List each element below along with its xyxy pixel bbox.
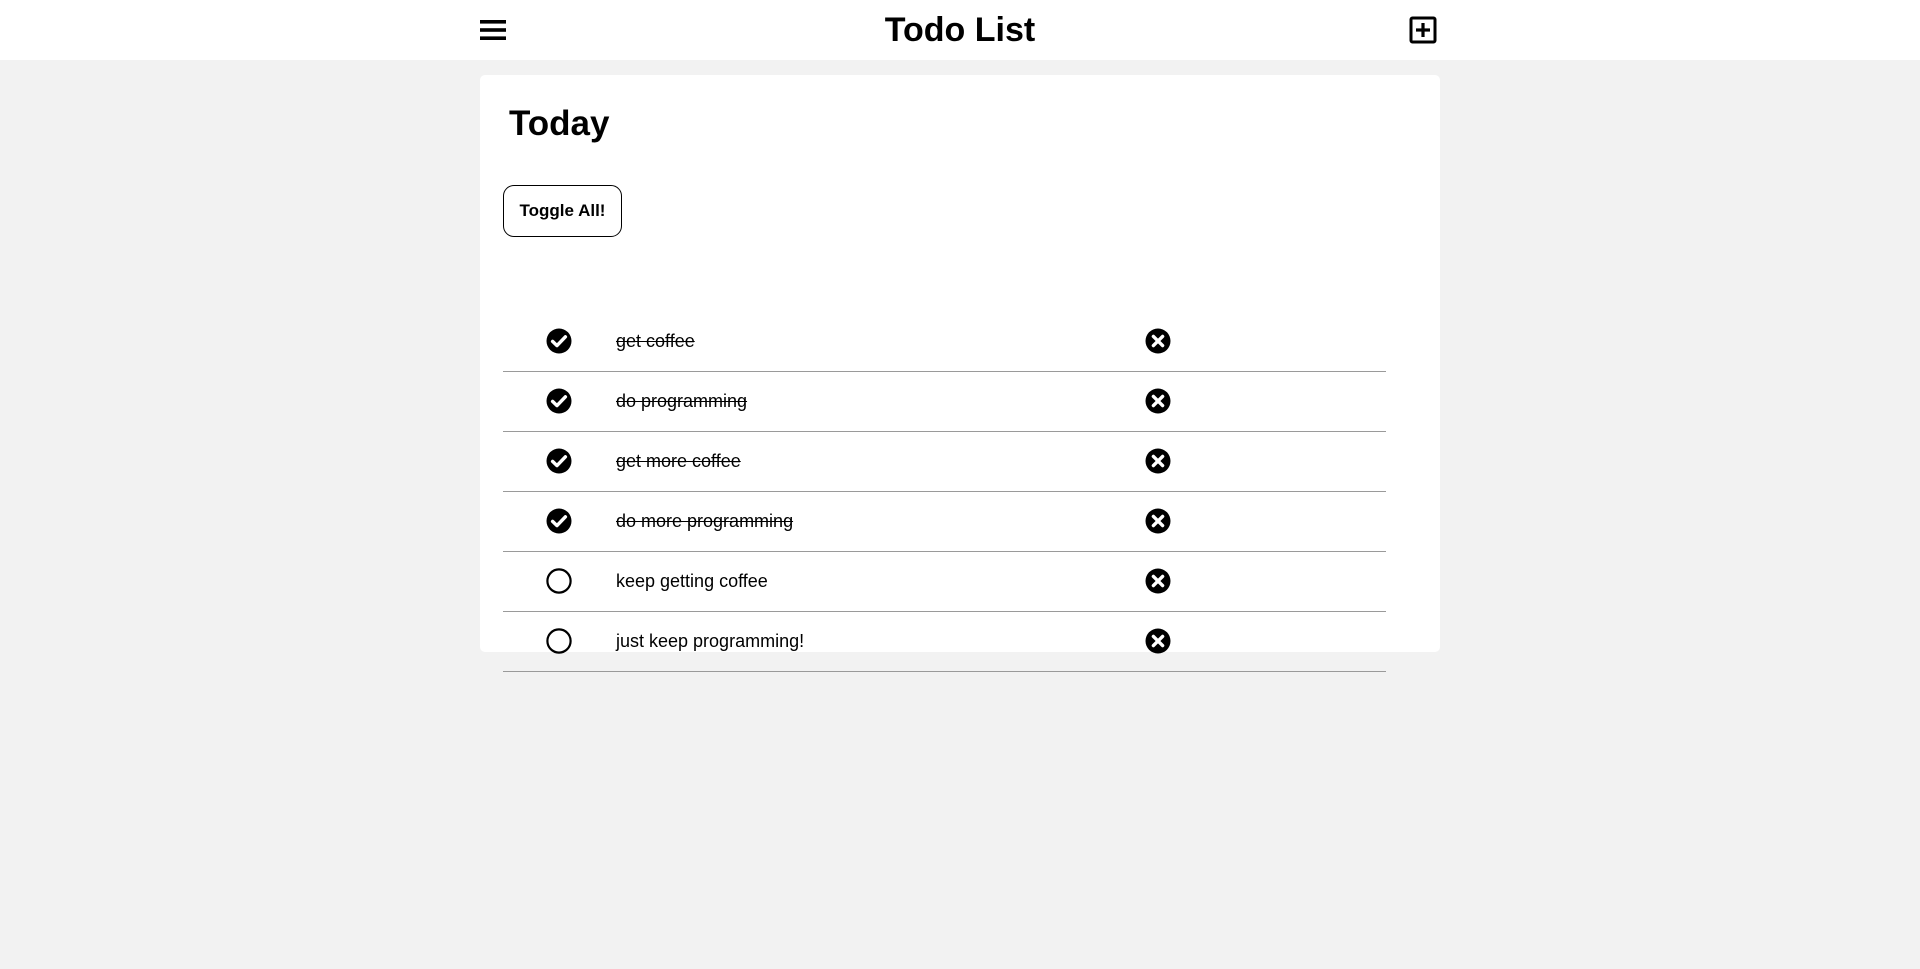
todo-text: do programming (616, 391, 748, 411)
todo-item: do programming (503, 372, 1386, 432)
todo-text: keep getting coffee (616, 571, 768, 591)
delete-todo-button[interactable] (1144, 627, 1172, 655)
todo-item: keep getting coffee (503, 552, 1386, 612)
empty-circle-icon (545, 627, 573, 655)
close-circle-icon (1144, 387, 1172, 415)
toggle-done-button[interactable] (545, 627, 573, 655)
close-circle-icon (1144, 567, 1172, 595)
check-circle-icon (545, 447, 573, 475)
plus-square-icon (1409, 16, 1437, 44)
todo-item: do more programming (503, 492, 1386, 552)
close-circle-icon (1144, 447, 1172, 475)
todo-item: get more coffee (503, 432, 1386, 492)
toggle-done-button[interactable] (545, 447, 573, 475)
todo-text: get coffee (616, 331, 695, 351)
delete-todo-button[interactable] (1144, 327, 1172, 355)
close-circle-icon (1144, 507, 1172, 535)
toggle-done-button[interactable] (545, 507, 573, 535)
close-circle-icon (1144, 627, 1172, 655)
delete-todo-button[interactable] (1144, 387, 1172, 415)
hamburger-menu-icon (479, 16, 507, 44)
todo-text: do more programming (616, 511, 794, 531)
toggle-done-button[interactable] (545, 327, 573, 355)
todo-text: get more coffee (616, 451, 741, 471)
menu-button[interactable] (479, 16, 507, 44)
add-todo-button[interactable] (1409, 16, 1437, 44)
todo-text: just keep programming! (616, 631, 805, 651)
delete-todo-button[interactable] (1144, 507, 1172, 535)
app-title: Todo List (884, 11, 1036, 49)
todo-item: just keep programming! (503, 612, 1386, 672)
delete-todo-button[interactable] (1144, 447, 1172, 475)
top-bar: Todo List (0, 0, 1920, 60)
check-circle-icon (545, 387, 573, 415)
section-title: Today (509, 104, 610, 143)
todo-item: get coffee (503, 312, 1386, 372)
todo-list: get coffee do programming get more coffe… (503, 312, 1386, 672)
check-circle-icon (545, 327, 573, 355)
delete-todo-button[interactable] (1144, 567, 1172, 595)
toggle-done-button[interactable] (545, 387, 573, 415)
todo-card: Today Toggle All! get coffee do programm… (480, 75, 1440, 672)
toggle-done-button[interactable] (545, 567, 573, 595)
empty-circle-icon (545, 567, 573, 595)
toggle-all-button[interactable]: Toggle All! (503, 185, 622, 237)
check-circle-icon (545, 507, 573, 535)
close-circle-icon (1144, 327, 1172, 355)
